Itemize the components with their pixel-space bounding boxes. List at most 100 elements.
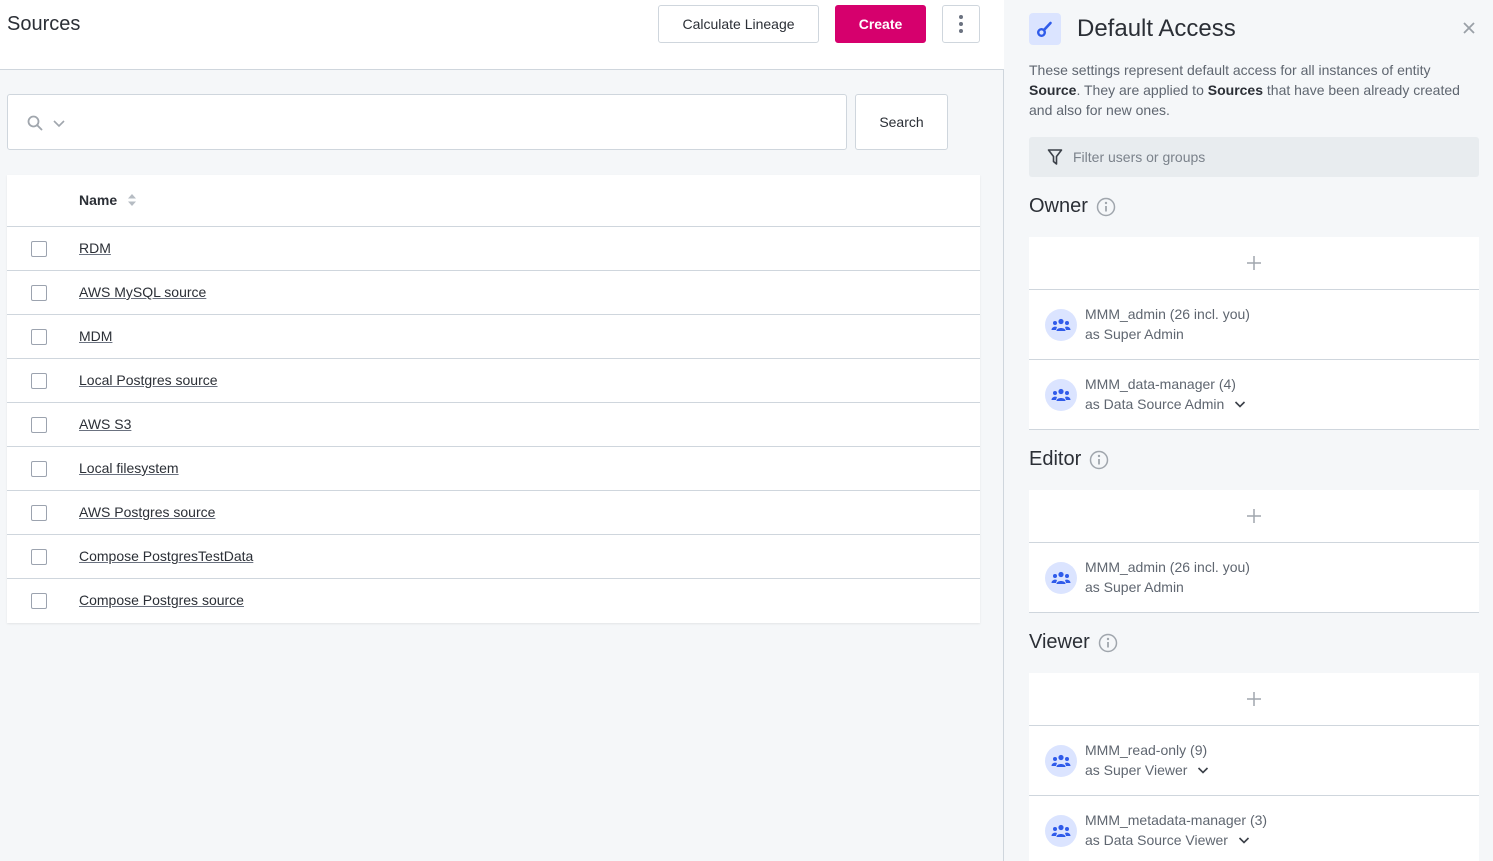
panel-title: Default Access [1077, 15, 1236, 42]
member-item: MMM_read-only (9) as Super Viewer [1029, 726, 1479, 796]
info-icon[interactable] [1098, 633, 1118, 653]
plus-icon [1247, 509, 1261, 523]
section-label: Owner [1029, 195, 1088, 217]
member-role-dropdown[interactable]: as Data Source Admin [1085, 396, 1246, 412]
table-row: Compose PostgresTestData [7, 535, 980, 579]
member-item: MMM_metadata-manager (3) as Data Source … [1029, 796, 1479, 861]
search-input[interactable] [78, 103, 838, 141]
search-button[interactable]: Search [855, 94, 948, 150]
chevron-down-icon[interactable] [1234, 398, 1246, 410]
row-checkbox[interactable] [31, 373, 47, 389]
role-label: as Super Viewer [1085, 762, 1188, 778]
filter-icon [1047, 149, 1063, 165]
row-checkbox[interactable] [31, 285, 47, 301]
group-avatar [1045, 562, 1077, 594]
source-link[interactable]: Compose PostgresTestData [79, 548, 253, 564]
chevron-down-icon[interactable] [1238, 834, 1250, 846]
row-checkbox[interactable] [31, 593, 47, 609]
table-header: Name [7, 175, 980, 227]
group-icon [1051, 754, 1071, 767]
chevron-down-icon[interactable] [52, 116, 66, 130]
plus-icon [1247, 256, 1261, 270]
plus-icon [1247, 692, 1261, 706]
search-box[interactable] [7, 94, 847, 150]
desc-text: These settings represent default access … [1029, 62, 1431, 78]
source-link[interactable]: Local filesystem [79, 460, 179, 476]
role-label: as Super Admin [1085, 579, 1184, 595]
role-label: as Data Source Viewer [1085, 832, 1228, 848]
member-role: as Super Admin [1085, 579, 1184, 595]
source-link[interactable]: MDM [79, 328, 112, 344]
group-avatar [1045, 309, 1077, 341]
desc-text: . They are applied to [1076, 82, 1208, 98]
more-options-button[interactable] [942, 5, 980, 43]
member-role: as Super Admin [1085, 326, 1184, 342]
group-avatar [1045, 815, 1077, 847]
table-row: RDM [7, 227, 980, 271]
column-header-label: Name [79, 192, 118, 208]
row-checkbox[interactable] [31, 505, 47, 521]
row-checkbox[interactable] [31, 329, 47, 345]
source-link[interactable]: AWS MySQL source [79, 284, 206, 300]
desc-entity: Source [1029, 82, 1077, 98]
member-name: MMM_metadata-manager (3) [1085, 812, 1268, 828]
page-title: Sources [7, 13, 81, 35]
section-title-viewer: Viewer [1029, 631, 1118, 654]
source-link[interactable]: AWS Postgres source [79, 504, 215, 520]
table-row: Local filesystem [7, 447, 980, 491]
column-header-name[interactable]: Name [79, 192, 137, 208]
add-editor-button[interactable] [1029, 490, 1479, 543]
source-link[interactable]: Compose Postgres source [79, 592, 244, 608]
more-vertical-icon [959, 15, 963, 33]
panel-icon-badge [1029, 13, 1061, 45]
row-checkbox[interactable] [31, 417, 47, 433]
sort-icon[interactable] [127, 193, 137, 207]
section-label: Editor [1029, 448, 1082, 470]
source-link[interactable]: RDM [79, 240, 111, 256]
info-icon[interactable] [1096, 197, 1116, 217]
member-item: MMM_admin (26 incl. you) as Super Admin [1029, 290, 1479, 360]
table-row: MDM [7, 315, 980, 359]
member-role-dropdown[interactable]: as Super Viewer [1085, 762, 1209, 778]
member-item: MMM_data-manager (4) as Data Source Admi… [1029, 360, 1479, 430]
info-icon[interactable] [1089, 450, 1109, 470]
group-icon [1051, 318, 1071, 331]
row-checkbox[interactable] [31, 461, 47, 477]
section-label: Viewer [1029, 631, 1090, 653]
row-checkbox[interactable] [31, 241, 47, 257]
section-title-editor: Editor [1029, 448, 1109, 471]
table-row: Local Postgres source [7, 359, 980, 403]
source-link[interactable]: Local Postgres source [79, 372, 218, 388]
member-role-dropdown[interactable]: as Data Source Viewer [1085, 832, 1250, 848]
group-icon [1051, 388, 1071, 401]
group-avatar [1045, 745, 1077, 777]
member-name: MMM_admin (26 incl. you) [1085, 306, 1250, 322]
viewer-card: MMM_read-only (9) as Super Viewer MMM_me… [1029, 673, 1479, 861]
filter-users-input[interactable] [1073, 137, 1471, 177]
filter-box[interactable] [1029, 137, 1479, 177]
section-title-owner: Owner [1029, 195, 1116, 218]
close-icon[interactable] [1461, 20, 1477, 36]
role-label: as Data Source Admin [1085, 396, 1225, 412]
member-name: MMM_admin (26 incl. you) [1085, 559, 1250, 575]
chevron-down-icon[interactable] [1197, 764, 1209, 776]
calculate-lineage-button[interactable]: Calculate Lineage [658, 5, 819, 43]
table-row: Compose Postgres source [7, 579, 980, 623]
table-row: AWS Postgres source [7, 491, 980, 535]
sources-main: Sources Calculate Lineage Create Search … [0, 0, 1004, 861]
add-viewer-button[interactable] [1029, 673, 1479, 726]
group-icon [1051, 571, 1071, 584]
source-link[interactable]: AWS S3 [79, 416, 131, 432]
role-label: as Super Admin [1085, 326, 1184, 342]
member-item: MMM_admin (26 incl. you) as Super Admin [1029, 543, 1479, 613]
sources-table: Name RDM AWS MySQL source MDM Local Post… [7, 175, 980, 623]
create-button[interactable]: Create [835, 5, 926, 43]
panel-description: These settings represent default access … [1029, 60, 1484, 120]
owner-card: MMM_admin (26 incl. you) as Super Admin … [1029, 237, 1479, 430]
desc-entity-plural: Sources [1207, 82, 1263, 98]
row-checkbox[interactable] [31, 549, 47, 565]
editor-card: MMM_admin (26 incl. you) as Super Admin [1029, 490, 1479, 613]
group-avatar [1045, 379, 1077, 411]
add-owner-button[interactable] [1029, 237, 1479, 290]
table-row: AWS MySQL source [7, 271, 980, 315]
